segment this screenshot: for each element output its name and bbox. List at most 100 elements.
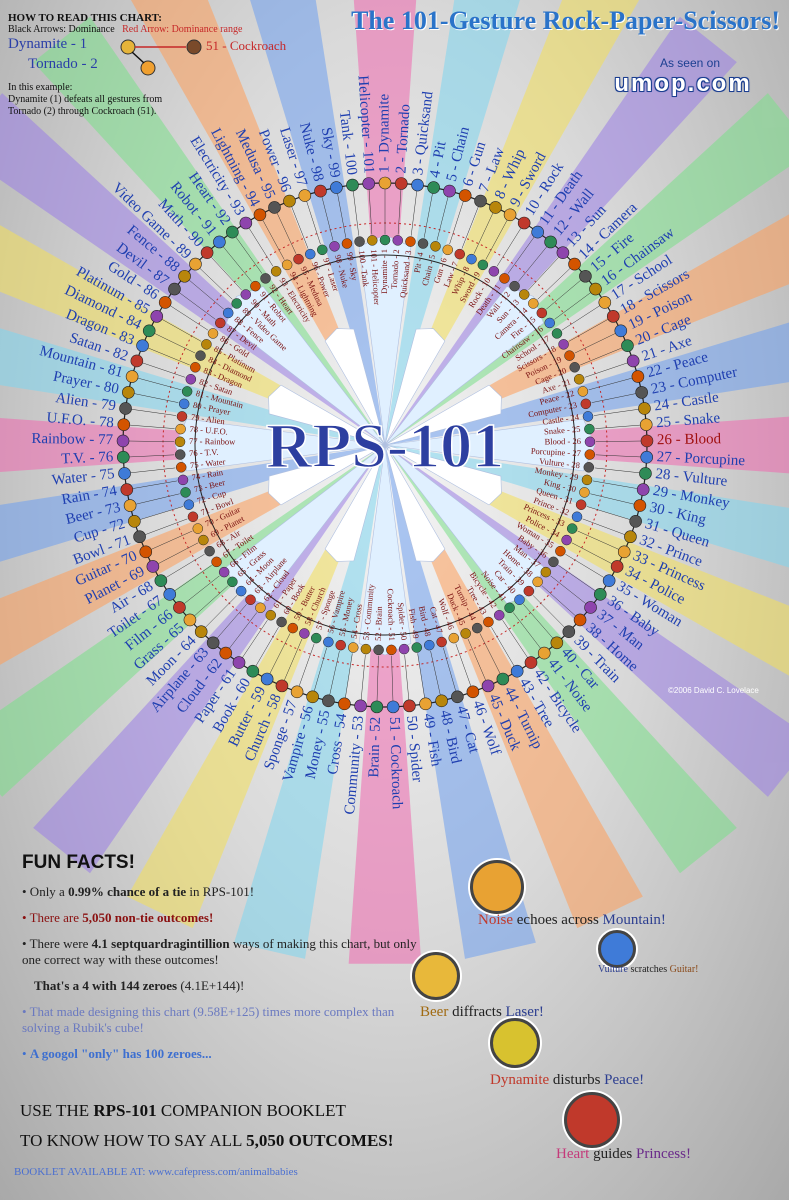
- gesture-icon-inner: [454, 248, 466, 260]
- fun-facts: FUN FACTS! • Only a 0.99% chance of a ti…: [8, 852, 428, 1072]
- gesture-icon-inner: [499, 273, 510, 284]
- gesture-icon: [589, 282, 602, 296]
- fact-item: • There are 5,050 non-tie outcomes!: [22, 910, 214, 925]
- gesture-icon-inner: [392, 235, 403, 246]
- gesture-icon: [489, 201, 502, 214]
- gesture-label-inner: 76 - T.V.: [189, 447, 219, 458]
- fact-item: • There were 4.1 septquardragintillion w…: [22, 936, 417, 967]
- gesture-icon: [120, 483, 134, 496]
- gesture-icon-inner: [582, 411, 594, 422]
- gesture-icon: [330, 181, 343, 194]
- gesture-icon-inner: [201, 339, 212, 350]
- gesture-icon-inner: [577, 386, 589, 397]
- gesture-icon: [219, 646, 233, 660]
- gesture-icon: [624, 530, 637, 544]
- gesture-icon-inner: [304, 248, 316, 260]
- gesture-icon: [544, 235, 557, 249]
- gesture-icon-inner: [424, 639, 435, 651]
- gesture-icon: [122, 386, 135, 399]
- gesture-icon: [194, 625, 208, 638]
- gesture-icon-inner: [477, 259, 489, 271]
- gesture-icon-inner: [293, 253, 304, 265]
- gesture-icon: [306, 690, 319, 704]
- gesture-icon-inner: [584, 436, 596, 448]
- how-to-read-panel: HOW TO READ THIS CHART: Black Arrows: Do…: [8, 12, 338, 118]
- gesture-icon: [443, 184, 456, 198]
- gesture-icon: [362, 177, 376, 190]
- gesture-icon: [640, 450, 654, 464]
- gesture-icon: [621, 339, 634, 352]
- gesture-icon-inner: [354, 236, 365, 247]
- gesture-icon: [246, 664, 260, 678]
- gesture-icon: [268, 201, 281, 214]
- facts-list: • Only a 0.99% chance of a tie in RPS-10…: [8, 884, 428, 1062]
- gesture-icon-inner: [493, 609, 505, 621]
- gesture-icon-inner: [528, 298, 539, 309]
- gesture-icon-inner: [573, 373, 585, 385]
- gesture-icon: [150, 310, 164, 323]
- gesture-icon: [531, 225, 544, 239]
- gesture-icon: [629, 514, 642, 528]
- gesture-icon-inner: [483, 616, 494, 628]
- gesture-icon: [290, 685, 304, 699]
- gesture-icon-inner: [323, 636, 334, 648]
- gesture-icon: [119, 402, 132, 415]
- gesture-icon-inner: [255, 602, 266, 614]
- gesture-icon: [253, 208, 267, 222]
- gesture-icon: [568, 257, 581, 271]
- gesture-icon-inner: [347, 642, 359, 653]
- gesture-icon: [610, 560, 624, 573]
- gesture-icon: [394, 177, 408, 190]
- gesture-icon-inner: [580, 398, 592, 410]
- gesture-icon: [117, 418, 131, 431]
- booklet-link[interactable]: BOOKLET AVAILABLE AT: www.cafepress.com/…: [14, 1166, 434, 1178]
- gesture-label: Brain - 52: [366, 717, 384, 778]
- gesture-icon-inner: [192, 523, 204, 534]
- gesture-icon: [626, 354, 640, 368]
- gesture-icon: [183, 613, 197, 627]
- gesture-icon: [458, 189, 472, 202]
- gesture-icon-inner: [379, 234, 391, 246]
- gesture-icon-inner: [558, 339, 569, 350]
- outcome-medallion: [470, 860, 524, 914]
- gesture-icon-inner: [215, 317, 226, 329]
- gesture-icon-inner: [276, 616, 287, 628]
- gesture-icon-inner: [488, 266, 500, 277]
- gesture-icon: [617, 545, 631, 559]
- example-label: In this example:: [8, 82, 73, 93]
- gesture-icon: [232, 656, 246, 669]
- gesture-icon-inner: [175, 423, 186, 435]
- dominance-arrow: [404, 655, 410, 700]
- gesture-icon: [639, 418, 653, 431]
- gesture-icon: [481, 679, 495, 693]
- gesture-icon: [386, 700, 400, 714]
- gesture-icon-inner: [564, 350, 575, 361]
- gesture-icon: [614, 324, 628, 338]
- gesture-icon-inner: [360, 643, 372, 655]
- site-logo[interactable]: umop.com: [588, 70, 778, 97]
- gesture-icon-inner: [536, 307, 548, 319]
- gesture-icon: [116, 434, 130, 448]
- gesture-icon-inner: [548, 556, 559, 568]
- gesture-icon-inner: [514, 594, 525, 605]
- gesture-icon-inner: [240, 289, 252, 300]
- gesture-icon-inner: [544, 317, 555, 329]
- gesture-icon-inner: [448, 632, 460, 644]
- gesture-icon: [638, 402, 651, 415]
- gesture-icon: [411, 178, 424, 192]
- gesture-icon: [640, 434, 654, 448]
- gesture-icon: [593, 588, 607, 601]
- gesture-icon-inner: [466, 253, 477, 265]
- gesture-icon-inner: [178, 398, 190, 410]
- gesture-icon-inner: [235, 585, 247, 597]
- gesture-icon-inner: [174, 436, 186, 448]
- gesture-icon-inner: [299, 628, 310, 639]
- gesture-icon: [517, 216, 531, 230]
- gesture-icon-inner: [310, 632, 322, 644]
- gesture-icon: [427, 181, 440, 194]
- gesture-icon-inner: [187, 511, 199, 523]
- gesture-icon-inner: [207, 328, 219, 339]
- gesture-icon-inner: [386, 644, 397, 656]
- gesture-icon-inner: [175, 462, 187, 473]
- gesture-icon: [136, 339, 149, 352]
